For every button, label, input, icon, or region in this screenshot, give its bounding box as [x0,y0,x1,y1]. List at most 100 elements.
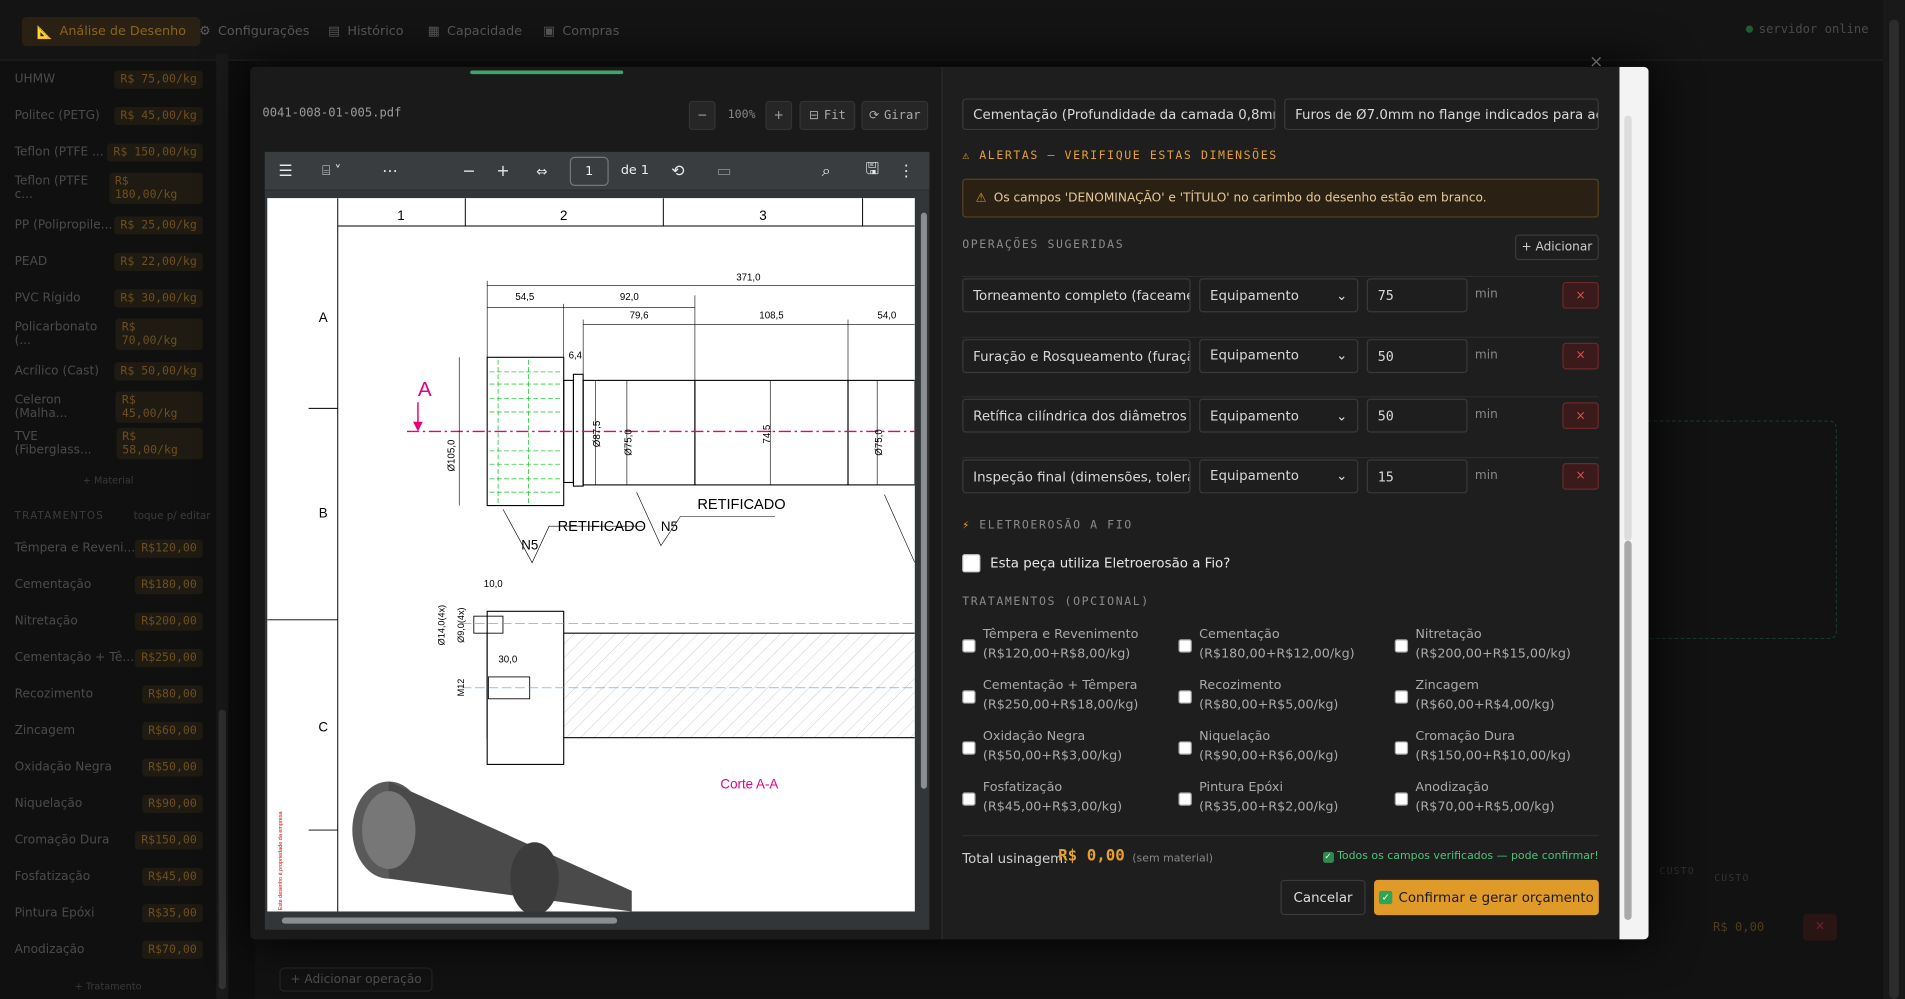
sidebar-material-item[interactable]: PVC Rígido R$ 30,00/kg [15,286,203,310]
rotate-page-icon[interactable]: ⟲ [666,152,690,191]
equipment-select[interactable]: Equipamento ⌄ [1199,278,1359,313]
save-icon[interactable]: 🖫 [860,152,884,191]
form-scroll-thumb[interactable] [1624,540,1632,920]
sidebar-treatment-item[interactable]: Fosfatização R$45,00 [15,864,203,888]
minutes-input[interactable]: 15 [1366,458,1468,493]
minutes-input[interactable]: 50 [1366,338,1468,373]
remove-button[interactable]: × [1802,913,1837,941]
sidebar-treatment-item[interactable]: Anodização R$70,00 [15,937,203,961]
equipment-select[interactable]: Equipamento ⌄ [1199,338,1359,373]
sidebar-material-item[interactable]: Politec (PETG) R$ 45,00/kg [15,103,203,127]
treatment-checkbox[interactable] [962,690,976,704]
sidebar-material-item[interactable]: PEAD R$ 22,00/kg [15,249,203,273]
treatment-checkbox[interactable] [1394,690,1409,704]
tab-compras[interactable]: ▣ Compras [528,17,633,46]
treatment-option[interactable]: Anodização (R$70,00+R$5,00/kg) [1394,780,1602,824]
add-treatment-button[interactable]: + Tratamento [0,981,216,992]
operation-name-input[interactable]: Furação e Rosqueamento (furação de [962,338,1191,373]
zoom-in-button[interactable]: + [765,100,793,131]
sidebar-scroll-thumb[interactable] [218,709,226,990]
sidebar-treatment-item[interactable]: Pintura Epóxi R$35,00 [15,901,203,925]
highlight-icon[interactable]: ⌸ ˅ [313,152,349,191]
pdf-vscroll-thumb[interactable] [920,212,927,789]
add-operation-button[interactable]: + Adicionar [1514,234,1599,261]
sidebar-material-item[interactable]: Policarbonato (... R$ 70,00/kg [15,318,203,351]
fit-button[interactable]: ⊟ Fit [799,100,856,131]
minutes-input[interactable]: 75 [1366,278,1468,313]
zoom-out-button[interactable]: − [688,100,716,131]
cancel-button[interactable]: Cancelar [1280,879,1366,916]
search-icon[interactable]: ⌕ [814,152,838,191]
sidebar-material-item[interactable]: TVE (Fiberglass... R$ 58,00/kg [15,427,203,460]
minutes-input[interactable]: 50 [1366,398,1468,433]
window-scrollbar[interactable] [1883,0,1905,999]
pdf-hscroll-thumb[interactable] [281,917,618,924]
tab-configuracoes[interactable]: ⚙ Configurações [185,17,324,46]
treatment-checkbox[interactable] [1394,741,1409,755]
operation-name-input[interactable]: Retífica cilíndrica dos diâmetros Ø75 [962,398,1191,433]
treatment-checkbox[interactable] [1178,639,1192,653]
form-scrollbar[interactable] [1619,66,1649,940]
delete-operation-button[interactable]: × [1562,281,1599,309]
operation-name-input[interactable]: Inspeção final (dimensões, tolerâncias [962,458,1191,493]
treatment-checkbox[interactable] [1178,792,1192,806]
tab-capacidade[interactable]: ▦ Capacidade [413,17,537,46]
treatment-checkbox[interactable] [1394,639,1409,653]
equipment-select[interactable]: Equipamento ⌄ [1199,398,1359,433]
more-icon[interactable]: ⋯ [377,152,404,191]
sidebar-material-item[interactable]: Celeron (Malha... R$ 45,00/kg [15,391,203,423]
treatment-checkbox[interactable] [1178,741,1192,755]
two-page-icon[interactable]: ▭ [712,152,736,191]
sidebar-treatment-item[interactable]: Oxidação Negra R$50,00 [15,755,203,779]
equipment-select[interactable]: Equipamento ⌄ [1199,458,1359,493]
sidebar-treatment-item[interactable]: Cementação R$180,00 [15,572,203,596]
treatment-option[interactable]: Pintura Epóxi (R$35,00+R$2,00/kg) [1178,780,1385,824]
treatment-option[interactable]: Oxidação Negra (R$50,00+R$3,00/kg) [962,729,1169,773]
treatment-option[interactable]: Zincagem (R$60,00+R$4,00/kg) [1394,678,1602,722]
sidebar-material-item[interactable]: PP (Polipropile... R$ 25,00/kg [15,213,203,237]
rotate-button[interactable]: ⟳ Girar [861,100,929,131]
page-number-input[interactable]: 1 [569,156,609,186]
wedm-checkbox[interactable] [962,554,981,573]
add-material-button[interactable]: + Material [0,475,216,486]
operation-name-input[interactable]: Torneamento completo (faceamento) [962,278,1191,313]
confirm-button[interactable]: ✓ Confirmar e gerar orçamento [1374,879,1599,916]
treatment-spec-input[interactable]: Cementação (Profundidade da camada 0,8mm… [962,98,1276,131]
sidebar-treatment-item[interactable]: Cementação + Tê... R$250,00 [15,645,203,669]
treatment-option[interactable]: Têmpera e Revenimento (R$120,00+R$8,00/kg… [962,627,1169,671]
treatment-option[interactable]: Cementação (R$180,00+R$12,00/kg) [1178,627,1385,671]
sidebar-material-item[interactable]: Acrílico (Cast) R$ 50,00/kg [15,359,203,383]
delete-operation-button[interactable]: × [1562,342,1599,369]
treatment-option[interactable]: Fosfatização (R$45,00+R$3,00/kg) [962,780,1169,824]
sidebar-treatment-item[interactable]: Niquelação R$90,00 [15,791,203,815]
outline-icon[interactable]: ☰ [272,152,299,191]
pdf-vertical-scrollbar[interactable] [918,198,929,911]
add-operation-button[interactable]: + Adicionar operação [279,967,433,992]
tab-analise[interactable]: 📐 Análise de Desenho [21,17,201,47]
treatment-option[interactable]: Nitretação (R$200,00+R$15,00/kg) [1394,627,1602,671]
sidebar-material-item[interactable]: Teflon (PTFE c... R$ 180,00/kg [15,172,203,205]
close-icon[interactable]: × [1589,52,1603,71]
treatment-checkbox[interactable] [962,741,976,755]
fit-width-icon[interactable]: ⇔ [530,152,554,191]
sidebar-treatment-item[interactable]: Zincagem R$60,00 [15,718,203,742]
notes-input[interactable]: Furos de Ø7.0mm no flange indicados para… [1284,98,1599,131]
treatment-checkbox[interactable] [962,639,976,653]
pdf-zoom-out-icon[interactable]: − [457,152,481,191]
window-scroll-thumb[interactable] [1889,19,1899,999]
treatment-checkbox[interactable] [1394,792,1409,806]
sidebar-material-item[interactable]: UHMW R$ 75,00/kg [15,67,203,91]
delete-operation-button[interactable]: × [1562,462,1599,490]
treatment-option[interactable]: Cromação Dura (R$150,00+R$10,00/kg) [1394,729,1602,773]
sidebar-treatment-item[interactable]: Nitretação R$200,00 [15,609,203,633]
sidebar-material-item[interactable]: Teflon (PTFE ... R$ 150,00/kg [15,140,203,164]
sidebar-scrollbar[interactable] [216,53,229,999]
pdf-horizontal-scrollbar[interactable] [267,913,915,928]
sidebar-treatment-item[interactable]: Cromação Dura R$150,00 [15,828,203,852]
treatment-option[interactable]: Cementação + Têmpera (R$250,00+R$18,00/kg… [962,678,1169,722]
treatment-option[interactable]: Niquelação (R$90,00+R$6,00/kg) [1178,729,1385,773]
treatment-checkbox[interactable] [1178,690,1192,704]
treatment-option[interactable]: Recozimento (R$80,00+R$5,00/kg) [1178,678,1385,722]
menu-icon[interactable]: ⋮ [894,152,918,191]
sidebar-treatment-item[interactable]: Recozimento R$80,00 [15,682,203,706]
